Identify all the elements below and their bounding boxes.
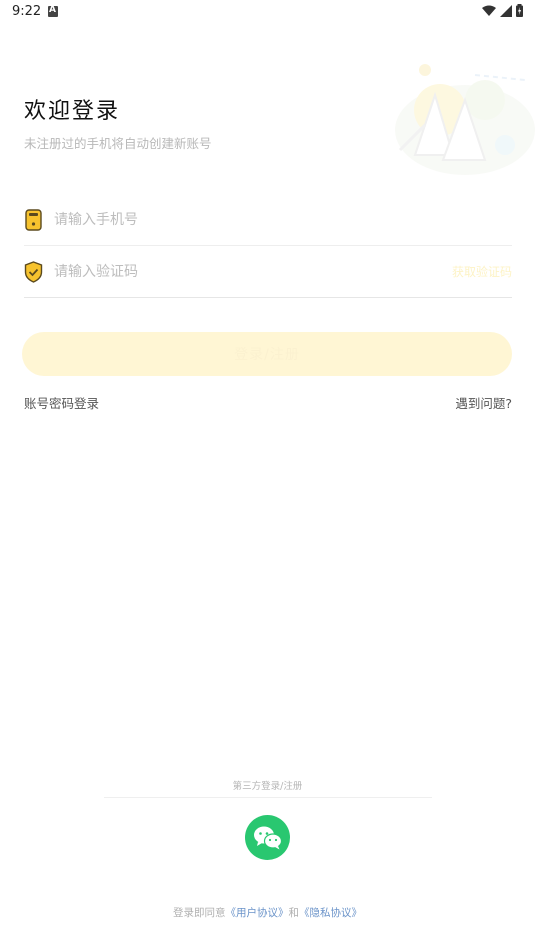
get-code-button[interactable]: 获取验证码	[452, 263, 512, 280]
phone-icon	[25, 209, 42, 231]
password-login-link[interactable]: 账号密码登录	[24, 393, 99, 412]
status-icons	[482, 4, 523, 17]
divider	[104, 797, 432, 798]
wifi-icon	[482, 5, 496, 16]
status-time: 9:22	[12, 4, 42, 19]
agreement-and: 和	[288, 907, 300, 919]
battery-icon	[516, 4, 523, 17]
third-party-label: 第三方登录/注册	[232, 781, 303, 792]
agreement-text: 登录即同意《用户协议》和《隐私协议》	[0, 905, 535, 920]
shield-check-icon	[24, 261, 43, 283]
code-field-row: 获取验证码	[24, 248, 512, 298]
login-register-button[interactable]: 登录/注册	[22, 332, 512, 376]
wechat-icon	[253, 826, 282, 849]
phone-field-row	[24, 196, 512, 246]
page-title: 欢迎登录	[24, 99, 121, 124]
help-link[interactable]: 遇到问题?	[455, 393, 512, 412]
privacy-policy-link[interactable]: 《隐私协议》	[299, 907, 362, 919]
phone-input[interactable]	[54, 208, 414, 232]
notification-a-icon: A	[48, 5, 58, 17]
code-input[interactable]	[54, 260, 414, 284]
decorative-illustration	[395, 64, 535, 175]
user-agreement-link[interactable]: 《用户协议》	[226, 907, 289, 919]
page-subtitle: 未注册过的手机将自动创建新账号	[24, 136, 212, 151]
agreement-prefix: 登录即同意	[173, 907, 226, 919]
wechat-login-button[interactable]	[245, 815, 290, 860]
signal-icon	[500, 4, 512, 17]
status-bar: 9:22 A	[0, 0, 535, 24]
